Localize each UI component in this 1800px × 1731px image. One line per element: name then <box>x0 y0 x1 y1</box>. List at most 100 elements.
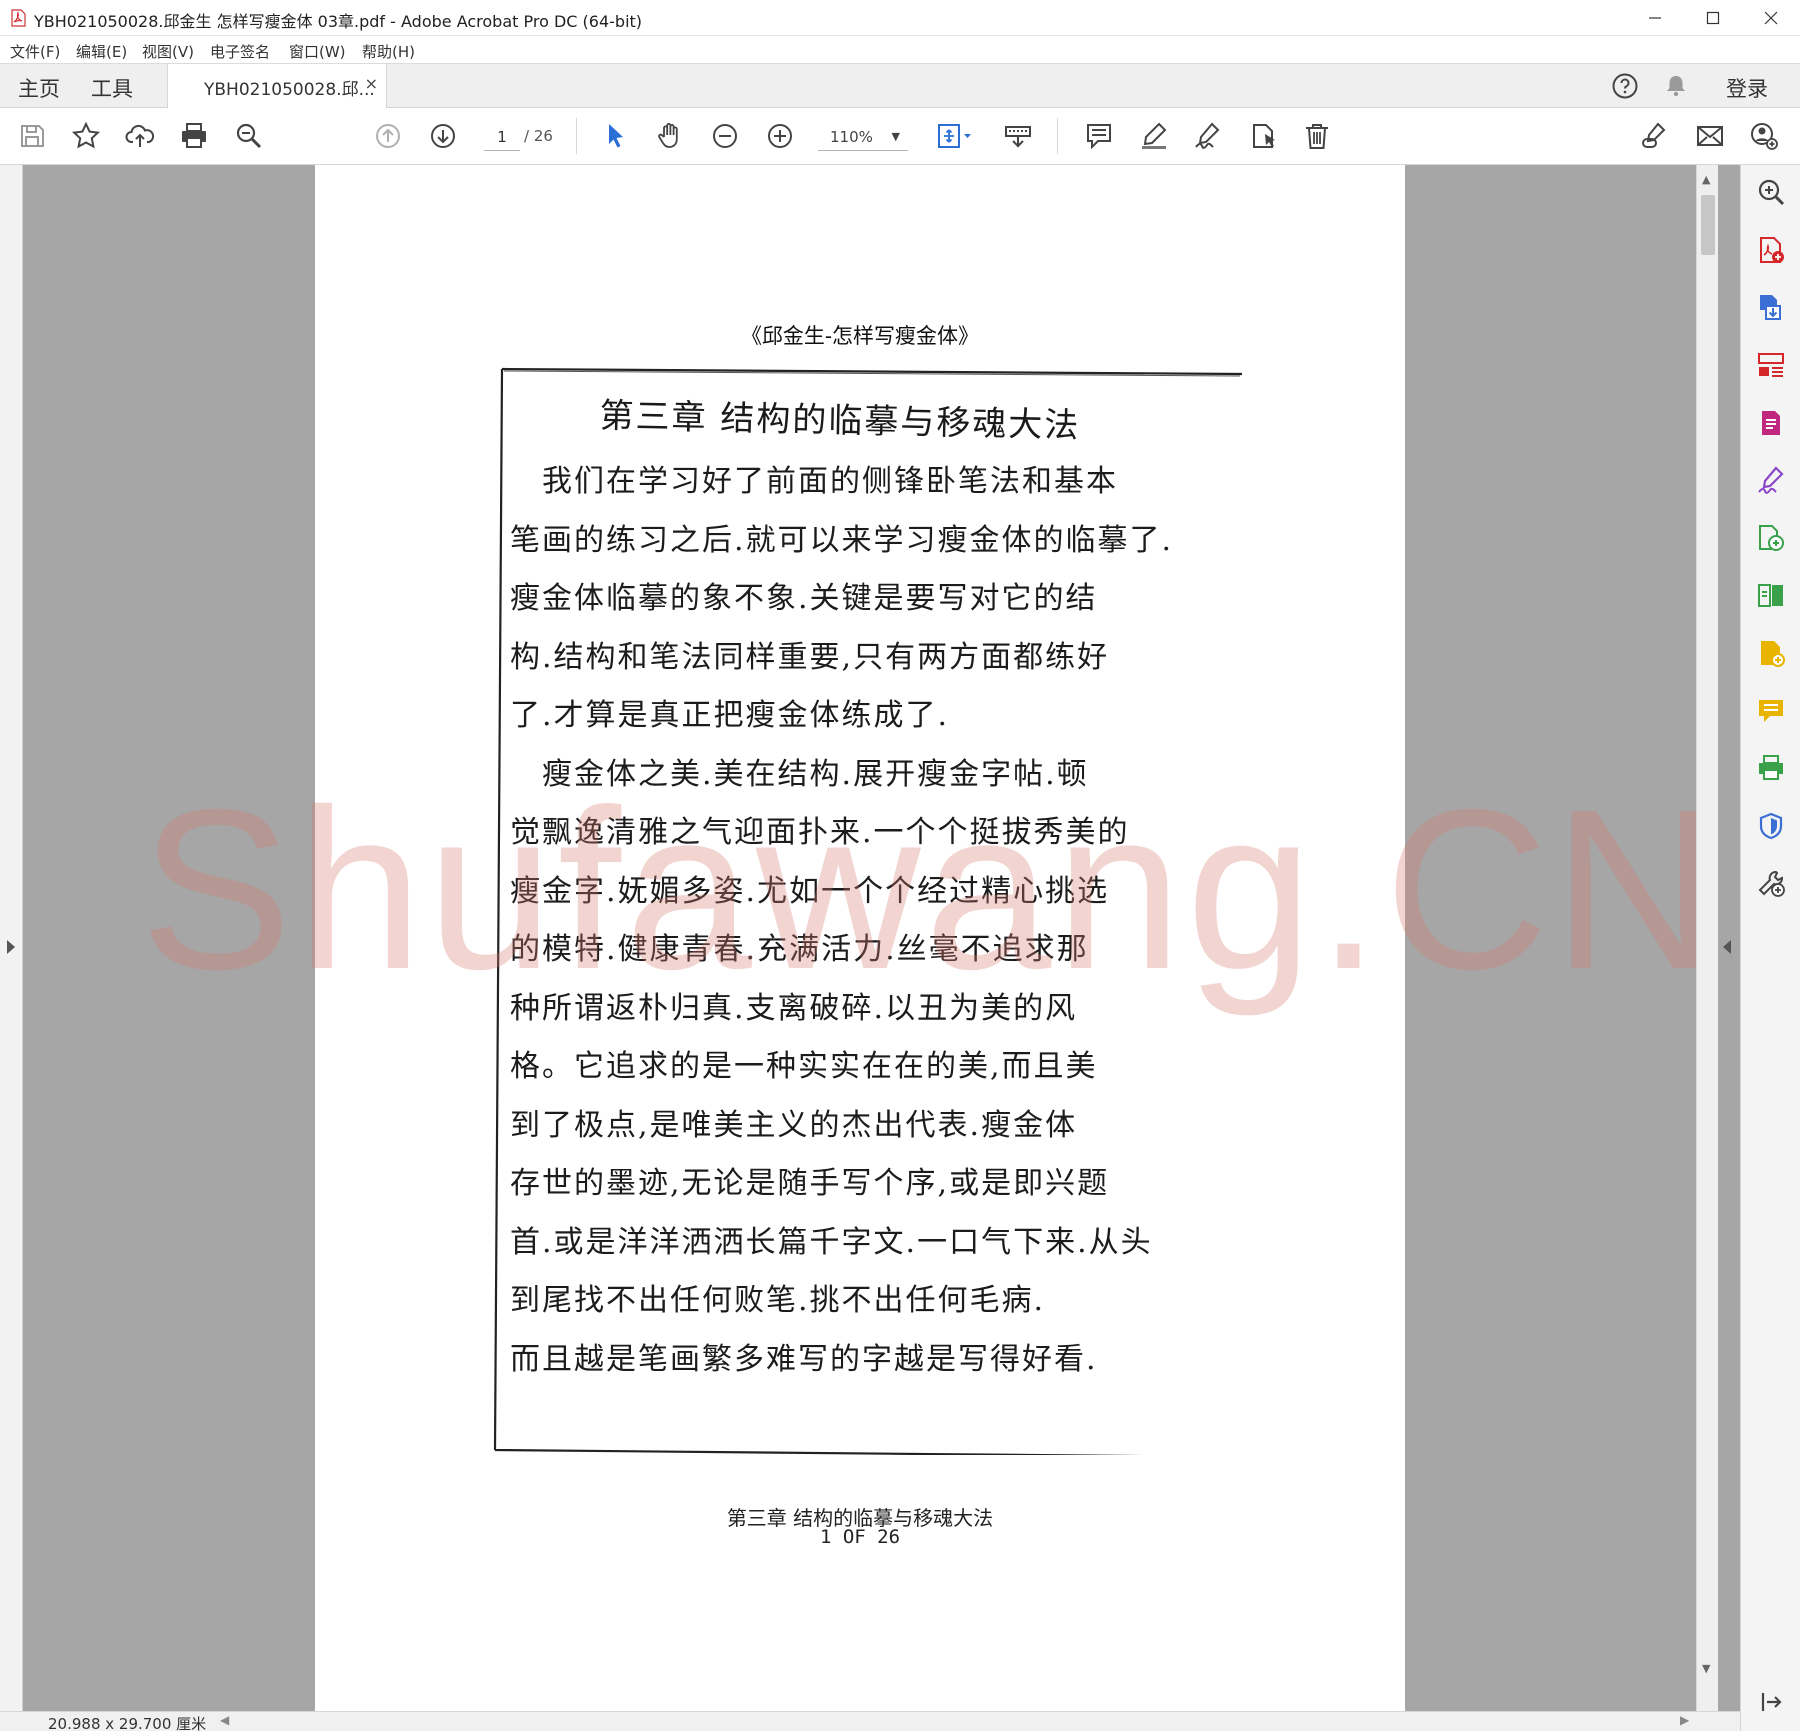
add-file-icon[interactable] <box>1756 638 1786 668</box>
fit-page-button[interactable] <box>934 120 978 152</box>
scrollbar-thumb[interactable] <box>1701 195 1715 255</box>
comment-button[interactable] <box>1083 120 1115 152</box>
share-link-button[interactable] <box>1638 120 1670 152</box>
minimize-button[interactable] <box>1626 0 1684 36</box>
help-icon[interactable] <box>1611 72 1639 100</box>
left-nav-rail[interactable] <box>0 165 23 1711</box>
select-tool-button[interactable] <box>600 120 632 152</box>
zoom-select[interactable]: 110% ▼ <box>818 123 908 151</box>
compare-icon[interactable] <box>1756 523 1786 553</box>
expand-left-panel-icon[interactable] <box>7 940 15 954</box>
right-tools-panel <box>1740 165 1800 1731</box>
close-tab-button[interactable]: × <box>365 74 378 93</box>
combine-files-icon[interactable] <box>1756 580 1786 610</box>
zoom-search-icon[interactable] <box>1756 177 1786 207</box>
add-user-icon <box>1751 123 1778 150</box>
zoom-in-button[interactable] <box>764 120 796 152</box>
bookmark-button[interactable] <box>70 120 102 152</box>
maximize-button[interactable] <box>1684 0 1742 36</box>
hand-tool-button[interactable] <box>654 120 686 152</box>
highlight-pen-icon <box>1142 122 1167 149</box>
sign-icon <box>1195 122 1220 149</box>
sign-button[interactable] <box>1192 120 1224 152</box>
menu-file[interactable]: 文件(F) <box>10 41 60 62</box>
protect-icon[interactable] <box>1756 811 1786 841</box>
manuscript-line: 了.才算是真正把瘦金体练成了. <box>510 698 950 733</box>
more-tools-icon[interactable] <box>1756 868 1786 898</box>
scanned-manuscript: 第三章 结构的临摹与移魂大法 我们在学习好了前面的侧锋卧笔法和基本 笔画的练习之… <box>490 365 1245 1455</box>
chevron-down-icon: ▼ <box>891 130 900 143</box>
page-number-input[interactable]: 1 <box>484 123 520 151</box>
title-bar: YBH021050028.邱金生 怎样写瘦金体 03章.pdf - Adobe … <box>0 0 1800 36</box>
manuscript-line: 的模特.健康青春.充满活力.丝毫不追求那 <box>510 932 1089 967</box>
hand-icon <box>658 123 678 148</box>
menu-e-sign[interactable]: 电子签名 <box>210 41 270 62</box>
tab-tools[interactable]: 工具 <box>91 73 133 103</box>
notification-bell-icon[interactable] <box>1662 72 1690 100</box>
menu-help[interactable]: 帮助(H) <box>362 41 415 62</box>
login-button[interactable]: 登录 <box>1726 73 1768 103</box>
scroll-left-icon[interactable]: ◀ <box>220 1713 229 1727</box>
collapse-tools-pane-icon[interactable] <box>1756 1687 1786 1717</box>
zoom-out-button[interactable] <box>709 120 741 152</box>
delete-button[interactable] <box>1301 120 1333 152</box>
tab-document[interactable]: YBH021050028.邱... × <box>167 64 387 108</box>
close-icon <box>1764 11 1778 25</box>
close-window-button[interactable] <box>1742 0 1800 36</box>
menu-window[interactable]: 窗口(W) <box>289 41 346 62</box>
manuscript-line: 觉飘逸清雅之气迎面扑来.一个个挺拔秀美的 <box>510 815 1130 850</box>
scroll-down-icon[interactable]: ▼ <box>1702 1662 1710 1675</box>
print-icon <box>182 123 206 148</box>
fill-sign-icon[interactable] <box>1756 465 1786 495</box>
previous-page-button[interactable] <box>372 120 404 152</box>
delete-icon <box>1306 124 1328 149</box>
menu-bar: 文件(F) 编辑(E) 视图(V) 电子签名 窗口(W) 帮助(H) <box>0 36 1800 64</box>
upload-cloud-icon <box>125 124 155 147</box>
stamp-button[interactable] <box>1247 120 1279 152</box>
add-user-button[interactable] <box>1748 120 1780 152</box>
print-production-icon[interactable] <box>1756 753 1786 783</box>
save-button[interactable] <box>16 120 48 152</box>
tab-home[interactable]: 主页 <box>18 73 60 103</box>
next-page-button[interactable] <box>427 120 459 152</box>
status-bar: 20.988 x 29.700 厘米 ◀ ▶ <box>0 1711 1740 1731</box>
manuscript-line: 到了极点,是唯美主义的杰出代表.瘦金体 <box>510 1107 1078 1143</box>
page-size-readout: 20.988 x 29.700 厘米 <box>48 1715 207 1731</box>
comment-panel-icon[interactable] <box>1756 696 1786 726</box>
create-pdf-icon[interactable] <box>1756 235 1786 265</box>
toolbar: 1 / 26 110% ▼ <box>0 108 1800 165</box>
toolbar-divider <box>1057 118 1058 154</box>
keyboard-tool-button[interactable] <box>1002 120 1034 152</box>
bookmark-star-icon <box>71 121 101 149</box>
menu-view[interactable]: 视图(V) <box>142 41 194 62</box>
running-header: 《邱金生-怎样写瘦金体》 <box>740 324 980 348</box>
pdf-page: 《邱金生-怎样写瘦金体》 第三章 结构的临摹与移魂大法 我们在学习好了前面的侧锋… <box>315 165 1405 1711</box>
upload-button[interactable] <box>124 120 156 152</box>
vertical-scrollbar[interactable]: ▲ ▼ <box>1696 165 1718 1711</box>
highlight-button[interactable] <box>1138 120 1170 152</box>
manuscript-line: 我们在学习好了前面的侧锋卧笔法和基本 <box>510 464 1118 499</box>
window-title: YBH021050028.邱金生 怎样写瘦金体 03章.pdf - Adobe … <box>34 12 643 31</box>
organize-pages-icon[interactable] <box>1756 350 1786 380</box>
previous-page-icon <box>376 124 400 148</box>
manuscript-line: 笔画的练习之后.就可以来学习瘦金体的临摹了. <box>510 522 1174 558</box>
menu-edit[interactable]: 编辑(E) <box>76 41 127 62</box>
manuscript-line: 瘦金体临摹的象不象.关键是要写对它的结 <box>510 581 1098 616</box>
manuscript-line: 种所谓返朴归真.支离破碎.以丑为美的风 <box>510 990 1078 1026</box>
page-total: / 26 <box>524 127 553 145</box>
edit-pdf-icon[interactable] <box>1756 408 1786 438</box>
toolbar-divider <box>576 118 577 154</box>
select-cursor-icon <box>609 124 623 148</box>
find-button[interactable] <box>233 120 265 152</box>
scroll-right-icon[interactable]: ▶ <box>1680 1713 1689 1727</box>
print-button[interactable] <box>178 120 210 152</box>
comment-icon <box>1087 124 1111 150</box>
save-icon <box>21 125 44 147</box>
manuscript-body: 我们在学习好了前面的侧锋卧笔法和基本 笔画的练习之后.就可以来学习瘦金体的临摹了… <box>510 453 1210 1389</box>
zoom-value: 110% <box>830 128 873 146</box>
collapse-right-panel-icon[interactable] <box>1723 940 1731 954</box>
zoom-out-icon <box>713 124 737 148</box>
scroll-up-icon[interactable]: ▲ <box>1702 173 1710 186</box>
email-button[interactable] <box>1694 120 1726 152</box>
export-pdf-icon[interactable] <box>1756 292 1786 322</box>
